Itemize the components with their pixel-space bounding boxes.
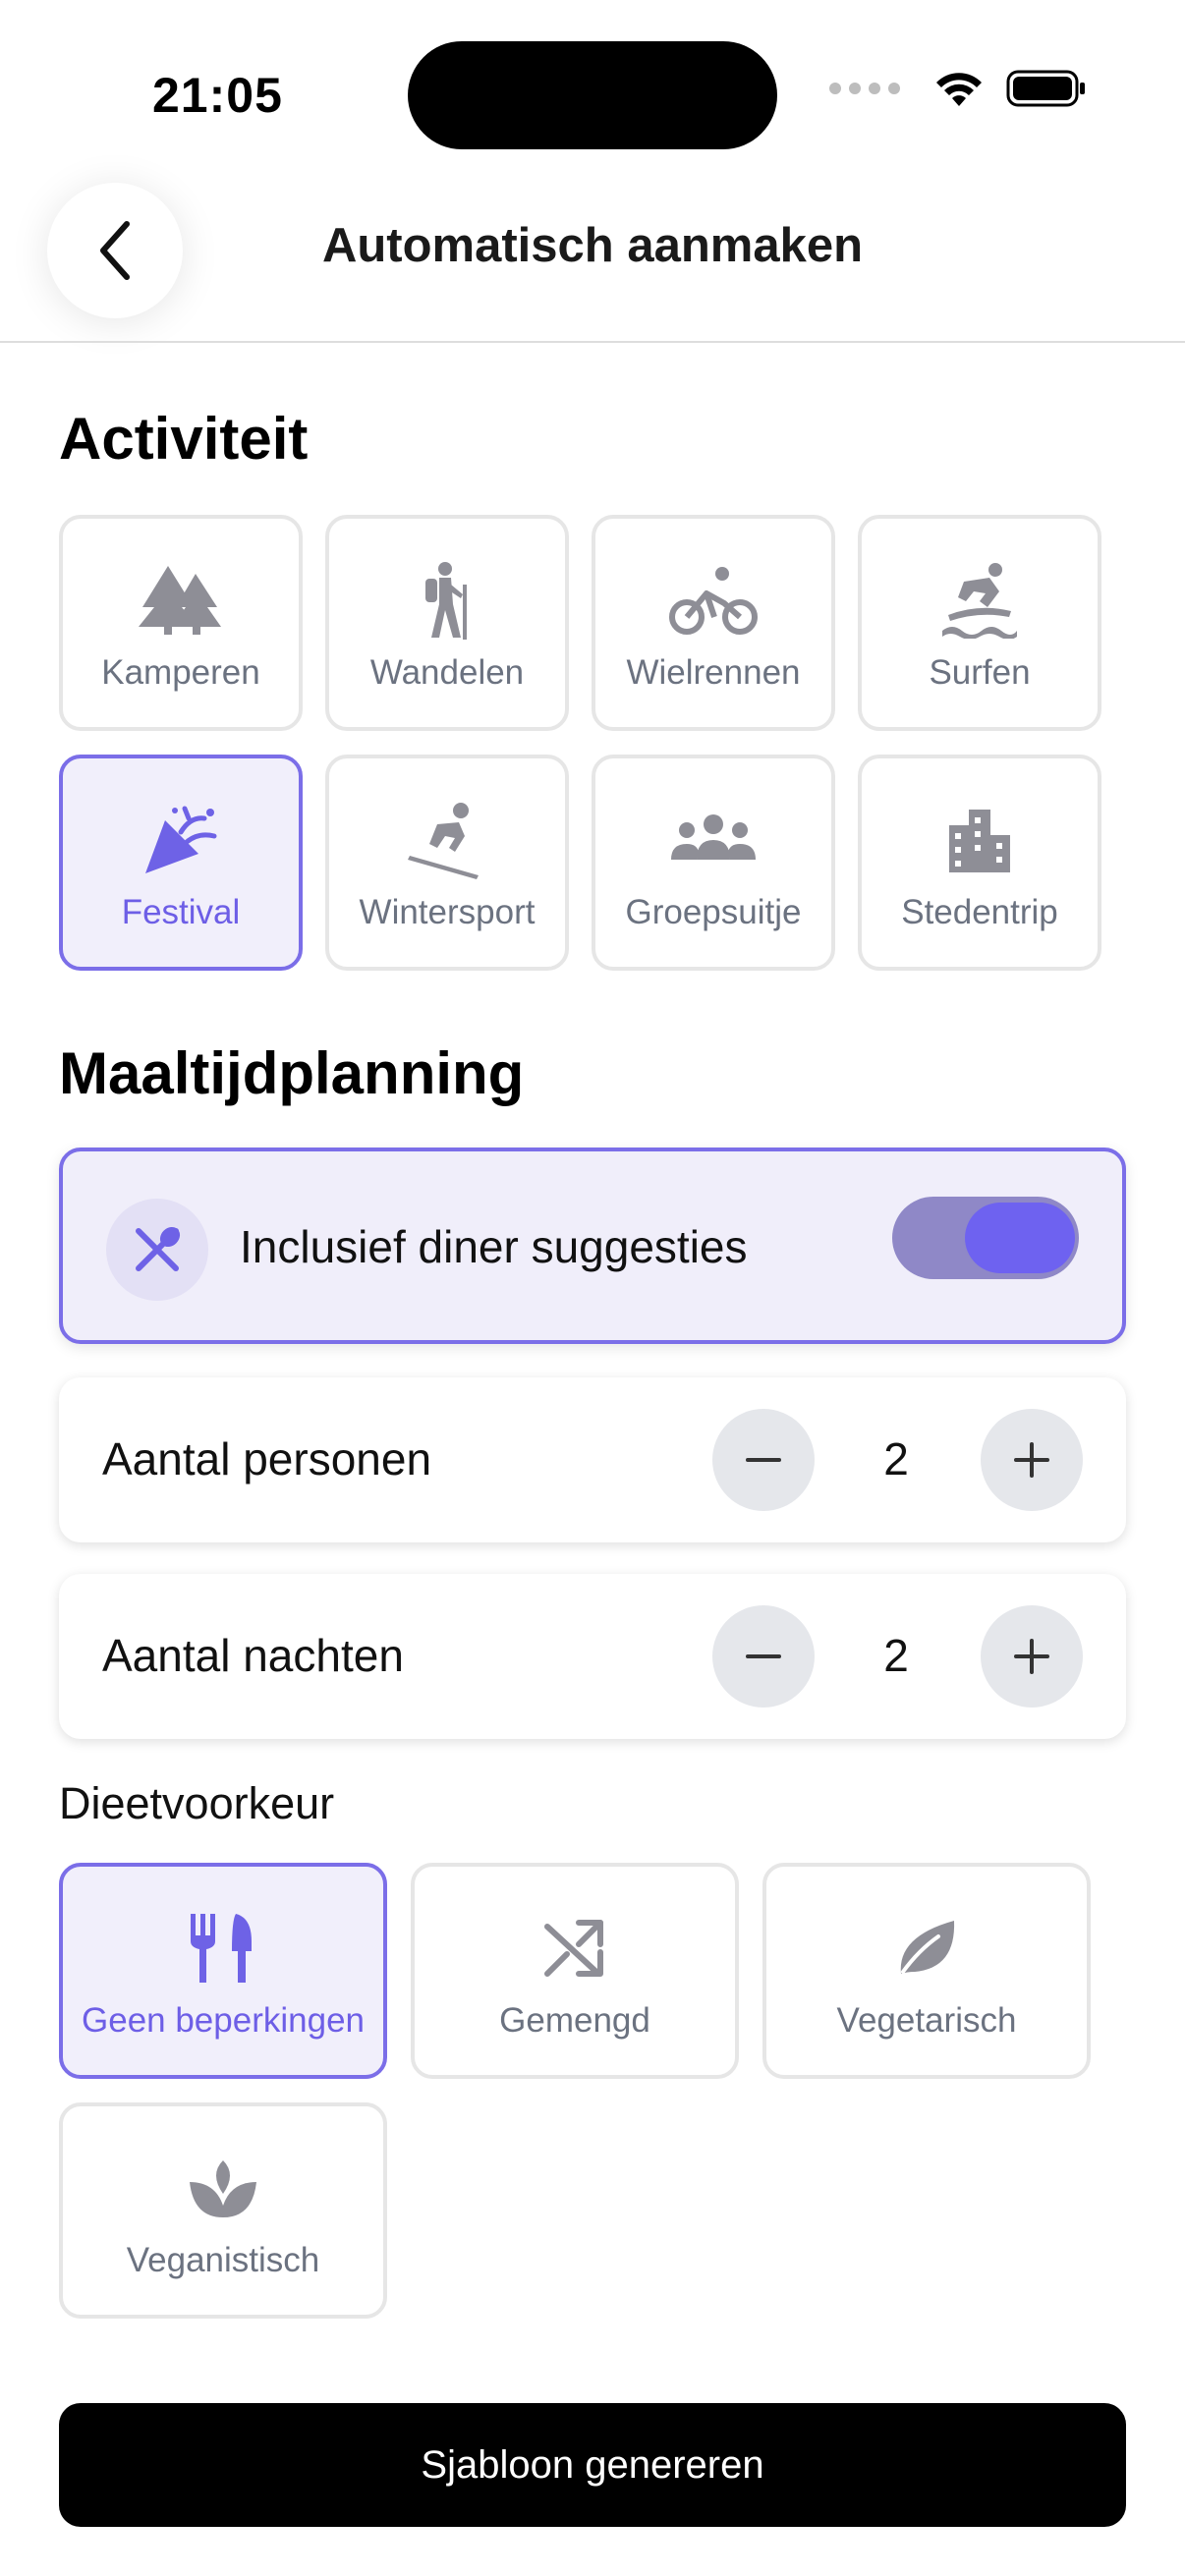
nights-stepper-card: Aantal nachten 2 [59,1574,1126,1739]
leaf-icon [895,1909,958,1988]
signal-dots-icon [829,83,900,94]
sprout-icon [188,2149,258,2227]
diet-label: Gemengd [499,2001,650,2040]
minus-icon [746,1458,781,1462]
utensils-icon [189,1909,257,1988]
persons-decrement-button[interactable] [712,1409,815,1511]
activity-label: Groepsuitje [625,893,802,931]
wifi-icon [936,73,982,106]
nights-decrement-button[interactable] [712,1605,815,1708]
activity-label: Wielrennen [626,653,801,692]
activity-option-surfen[interactable]: Surfen [858,515,1101,731]
dynamic-island [408,41,777,149]
activity-option-wandelen[interactable]: Wandelen [325,515,569,731]
diet-option-geen-beperkingen[interactable]: Geen beperkingen [59,1863,387,2079]
diet-label: Vegetarisch [836,2001,1017,2040]
activity-label: Wintersport [359,893,536,931]
nights-increment-button[interactable] [981,1605,1083,1708]
diet-option-veganistisch[interactable]: Veganistisch [59,2102,387,2319]
activity-option-stedentrip[interactable]: Stedentrip [858,755,1101,971]
diet-label: Veganistisch [126,2241,320,2279]
diet-option-gemengd[interactable]: Gemengd [411,1863,739,2079]
city-icon [945,801,1014,879]
page-title: Automatisch aanmaken [321,219,864,272]
battery-icon [1006,70,1085,107]
plus-icon [1014,1442,1049,1478]
header-divider [0,341,1185,343]
trees-icon [137,561,225,640]
shuffle-icon [543,1909,606,1988]
toggle-knob [965,1203,1075,1273]
diet-option-vegetarisch[interactable]: Vegetarisch [762,1863,1091,2079]
persons-label: Aantal personen [102,1433,432,1484]
utensils-crossed-icon [106,1199,208,1301]
diet-section-title: Dieetvoorkeur [59,1778,335,1828]
activity-option-kamperen[interactable]: Kamperen [59,515,303,731]
activity-label: Surfen [929,653,1031,692]
activity-option-wintersport[interactable]: Wintersport [325,755,569,971]
hiker-icon [418,561,477,640]
dinner-suggestions-toggle[interactable] [892,1197,1079,1279]
activity-section-title: Activiteit [59,406,309,472]
status-time: 21:05 [152,68,283,123]
activity-label: Stedentrip [901,893,1058,931]
bicycle-icon [669,561,758,640]
dinner-suggestions-card[interactable]: Inclusief diner suggesties [59,1148,1126,1344]
activity-option-festival[interactable]: Festival [59,755,303,971]
nights-value: 2 [883,1630,909,1681]
group-icon [669,801,758,879]
skier-icon [408,801,486,879]
diet-label: Geen beperkingen [82,2001,365,2040]
activity-label: Festival [121,893,241,931]
minus-icon [746,1654,781,1658]
activity-label: Wandelen [369,653,525,692]
generate-template-button[interactable]: Sjabloon genereren [59,2403,1126,2527]
party-popper-icon [141,801,220,879]
persons-value: 2 [883,1433,909,1484]
persons-increment-button[interactable] [981,1409,1083,1511]
activity-label: Kamperen [101,653,260,692]
plus-icon [1014,1639,1049,1674]
activity-option-groepsuitje[interactable]: Groepsuitje [592,755,835,971]
persons-stepper-card: Aantal personen 2 [59,1377,1126,1542]
status-icons [829,69,1087,108]
dinner-suggestions-label: Inclusief diner suggesties [240,1221,748,1272]
activity-option-wielrennen[interactable]: Wielrennen [592,515,835,731]
surfer-icon [940,561,1019,640]
meal-section-title: Maaltijdplanning [59,1040,525,1106]
nights-label: Aantal nachten [102,1630,404,1681]
